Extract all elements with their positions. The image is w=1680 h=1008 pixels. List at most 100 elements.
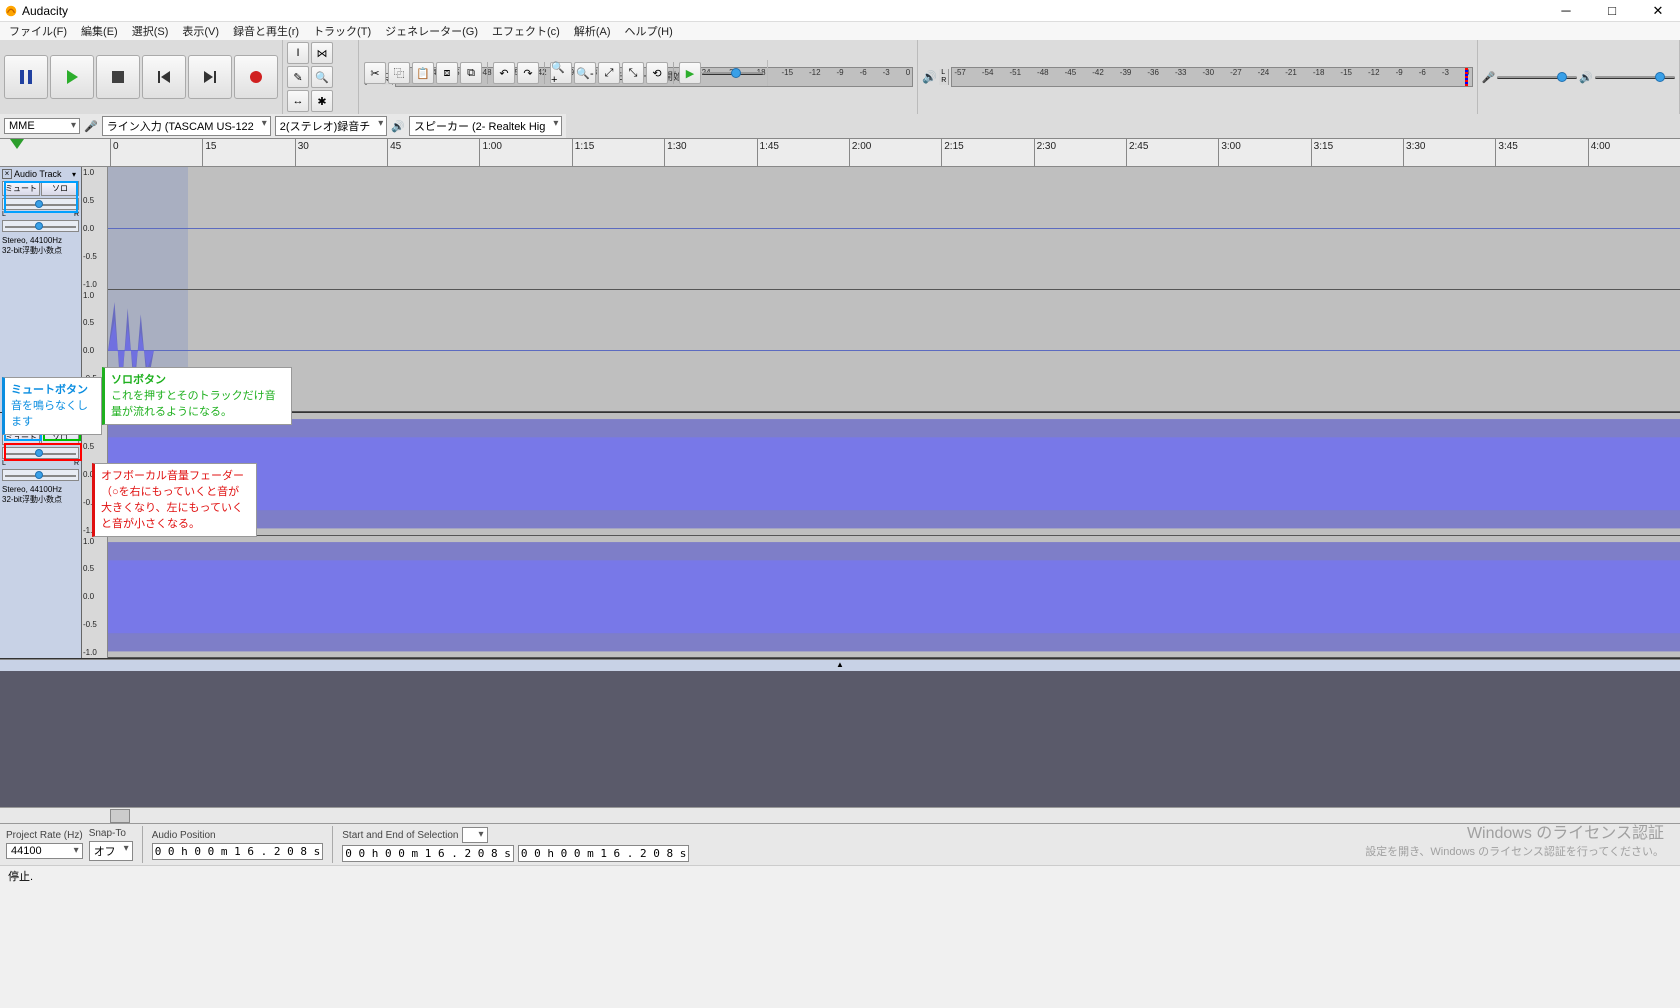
audio-position-value[interactable]: 0 0 h 0 0 m 1 6 . 2 0 8 s <box>152 843 324 860</box>
windows-activation-watermark: Windows のライセンス認証 設定を開き、Windows のライセンス認証を… <box>1365 825 1664 861</box>
play-volume-slider[interactable] <box>1595 69 1675 85</box>
multi-tool-button[interactable]: ✱ <box>311 90 333 112</box>
mute-button-1[interactable]: ミュート <box>2 181 40 196</box>
close-button[interactable]: ✕ <box>1648 1 1668 21</box>
track-name-1[interactable]: Audio Track <box>14 169 67 179</box>
mic-slider-icon: 🎤 <box>1482 71 1496 84</box>
rec-device-icon: 🎤 <box>84 120 98 133</box>
app-icon <box>4 4 18 18</box>
playhead-marker[interactable] <box>10 139 24 149</box>
status-text: 停止. <box>8 871 33 883</box>
selection-tool-button[interactable]: I <box>287 42 309 64</box>
rec-channels-combo[interactable]: 2(ステレオ)録音チ <box>275 116 387 136</box>
redo-button[interactable]: ↷ <box>517 62 539 84</box>
waveform-2-right[interactable] <box>108 536 1680 659</box>
menu-file[interactable]: ファイル(F) <box>4 21 72 41</box>
menu-generate[interactable]: ジェネレーター(G) <box>380 21 483 41</box>
maximize-button[interactable]: □ <box>1602 1 1622 21</box>
snap-label: Snap-To <box>89 828 133 839</box>
track-info-2: Stereo, 44100Hz32-bit浮動小数点 <box>2 485 79 505</box>
annotation-mute: ミュートボタン音を鳴らなくします <box>2 377 102 435</box>
titlebar: Audacity ─ □ ✕ <box>0 0 1680 22</box>
pan-fader-1[interactable] <box>2 220 79 232</box>
track-collapse-button[interactable]: ▲ <box>0 659 1680 671</box>
selection-toolbar: Project Rate (Hz) 44100 Snap-To オフ Audio… <box>0 823 1680 865</box>
menu-tracks[interactable]: トラック(T) <box>308 21 376 41</box>
lr-label-play: LR <box>939 69 949 85</box>
waveform-1-right[interactable] <box>108 290 1680 413</box>
project-rate-combo[interactable]: 44100 <box>6 843 83 859</box>
menu-transport[interactable]: 録音と再生(r) <box>228 21 304 41</box>
fit-project-button[interactable]: ⤡ <box>622 62 644 84</box>
speaker-slider-icon: 🔊 <box>1579 71 1593 84</box>
zoom-toggle-button[interactable]: ⟲ <box>646 62 668 84</box>
solo-button-1[interactable]: ソロ <box>41 181 79 196</box>
rec-device-combo[interactable]: ライン入力 (TASCAM US-122 <box>102 116 271 136</box>
menu-view[interactable]: 表示(V) <box>177 21 224 41</box>
track-panel-2[interactable]: × パラジウム ▾ ミュート ソロ LR Stereo, 44100Hz32-b… <box>0 413 82 658</box>
menu-effect[interactable]: エフェクト(c) <box>487 21 565 41</box>
status-bar: 停止. <box>0 865 1680 883</box>
minimize-button[interactable]: ─ <box>1556 1 1576 21</box>
tracks-area: × Audio Track ▾ ミュート ソロ LR Stereo, 44100… <box>0 167 1680 807</box>
zoom-out-button[interactable]: 🔍- <box>574 62 596 84</box>
play-button[interactable] <box>50 55 94 99</box>
gain-fader-1[interactable] <box>2 198 79 210</box>
play-at-speed-button[interactable]: ▶ <box>679 62 701 84</box>
horizontal-scrollbar[interactable] <box>0 807 1680 823</box>
vscale-2r: 1.00.50.0-0.5-1.0 <box>82 536 108 659</box>
play-speed-slider[interactable] <box>703 65 763 81</box>
timeline-ruler[interactable]: 01530 451:001:15 1:301:452:00 2:152:302:… <box>0 139 1680 167</box>
stop-button[interactable] <box>96 55 140 99</box>
copy-button[interactable]: ⿻ <box>388 62 410 84</box>
menu-select[interactable]: 選択(S) <box>127 21 174 41</box>
pause-button[interactable] <box>4 55 48 99</box>
gain-fader-2[interactable] <box>2 447 79 459</box>
silence-button[interactable]: ⧉ <box>460 62 482 84</box>
track-close-1[interactable]: × <box>2 169 12 179</box>
audio-position-label: Audio Position <box>152 830 324 841</box>
mixer-toolbar: 🎤 🔊 <box>1478 40 1680 114</box>
envelope-tool-button[interactable]: ⋈ <box>311 42 333 64</box>
project-rate-label: Project Rate (Hz) <box>6 830 83 841</box>
selection-end-value[interactable]: 0 0 h 0 0 m 1 6 . 2 0 8 s <box>518 845 690 862</box>
track-panel-1[interactable]: × Audio Track ▾ ミュート ソロ LR Stereo, 44100… <box>0 167 82 412</box>
zoom-in-button[interactable]: 🔍+ <box>550 62 572 84</box>
waveform-1-left[interactable] <box>108 167 1680 290</box>
cut-button[interactable]: ✂ <box>364 62 386 84</box>
annotation-fader: オフボーカル音量フェーダー（○を右にもっていくと音が大きくなり、左にもっていくと… <box>92 463 257 537</box>
toolbar-area: I ⋈ ✎ 🔍 ↔ ✱ 🎤 LR -57-54-51-48-45-42-39-3… <box>0 40 1680 139</box>
timeshift-tool-button[interactable]: ↔ <box>287 90 309 112</box>
hscroll-thumb[interactable] <box>110 809 130 823</box>
pan-fader-2[interactable] <box>2 469 79 481</box>
menu-analyze[interactable]: 解析(A) <box>569 21 616 41</box>
rec-volume-slider[interactable] <box>1497 69 1577 85</box>
play-device-combo[interactable]: スピーカー (2- Realtek Hig <box>409 116 562 136</box>
app-title: Audacity <box>22 4 68 18</box>
skip-start-button[interactable] <box>142 55 186 99</box>
edit-toolbar: ✂ ⿻ 📋 ⧈ ⧉ ↶ ↷ 🔍+ 🔍- ⤢ ⤡ ⟲ ▶ <box>360 60 768 86</box>
menu-edit[interactable]: 編集(E) <box>76 21 123 41</box>
draw-tool-button[interactable]: ✎ <box>287 66 309 88</box>
fit-selection-button[interactable]: ⤢ <box>598 62 620 84</box>
selection-start-value[interactable]: 0 0 h 0 0 m 1 6 . 2 0 8 s <box>342 845 514 862</box>
timeline-ticks: 01530 451:001:15 1:301:452:00 2:152:302:… <box>110 139 1680 166</box>
speaker-icon: 🔊 <box>922 70 937 84</box>
undo-button[interactable]: ↶ <box>493 62 515 84</box>
trim-button[interactable]: ⧈ <box>436 62 458 84</box>
waveform-2-left[interactable] <box>108 413 1680 536</box>
selection-mode-combo[interactable] <box>462 827 487 843</box>
vscale-1l: 1.00.50.0-0.5-1.0 <box>82 167 108 290</box>
snap-combo[interactable]: オフ <box>89 841 133 861</box>
record-button[interactable] <box>234 55 278 99</box>
track-info-1: Stereo, 44100Hz32-bit浮動小数点 <box>2 236 79 256</box>
zoom-tool-button[interactable]: 🔍 <box>311 66 333 88</box>
paste-button[interactable]: 📋 <box>412 62 434 84</box>
menu-help[interactable]: ヘルプ(H) <box>620 21 678 41</box>
track-menu-1[interactable]: ▾ <box>69 170 79 179</box>
host-combo[interactable]: MME <box>4 118 80 134</box>
skip-end-button[interactable] <box>188 55 232 99</box>
transport-toolbar <box>0 40 283 114</box>
playback-meter[interactable]: -57-54-51-48-45-42-39-36-33-30-27-24-21-… <box>951 67 1472 87</box>
window-controls: ─ □ ✕ <box>1556 1 1676 21</box>
